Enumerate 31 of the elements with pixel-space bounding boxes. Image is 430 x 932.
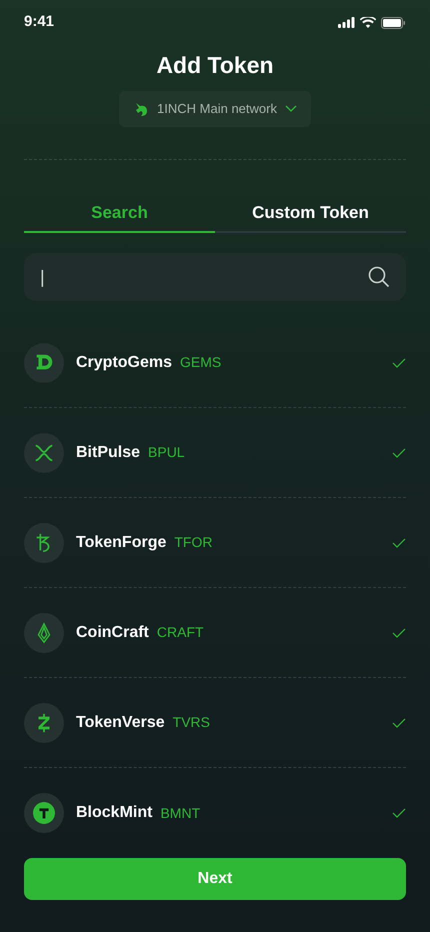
check-icon[interactable] [392, 538, 406, 548]
chevron-down-icon [284, 104, 297, 112]
check-icon[interactable] [392, 808, 406, 818]
check-icon[interactable] [392, 628, 406, 638]
token-name: TokenForge [76, 532, 166, 553]
tab[interactable]: Custom Token [215, 200, 406, 233]
check-icon[interactable] [392, 358, 406, 368]
token-symbol: GEMS [180, 353, 222, 372]
token-symbol: BMNT [160, 804, 200, 823]
unicorn-logo-icon [133, 100, 150, 116]
search-field[interactable]: | [24, 253, 406, 302]
page-title: Add Token [156, 51, 274, 80]
network-selector[interactable]: 1INCH Main network [119, 90, 311, 126]
wifi-icon [360, 16, 376, 28]
check-icon[interactable] [392, 448, 406, 458]
token-name: BitPulse [76, 442, 140, 463]
token-name: CoinCraft [76, 622, 149, 643]
token-symbol: TFOR [174, 533, 212, 552]
token-symbol: BPUL [148, 443, 185, 462]
battery-icon [381, 16, 406, 28]
token-name: CryptoGems [76, 352, 172, 373]
token-symbol: TVRS [172, 713, 210, 732]
token-name: BlockMint [76, 803, 152, 824]
search-icon [368, 266, 390, 288]
signal-icon [338, 17, 355, 28]
tab[interactable]: Search [24, 200, 215, 233]
check-icon[interactable] [392, 718, 406, 728]
coin-logo-icon [33, 802, 55, 824]
token-name: TokenVerse [76, 712, 165, 733]
token-symbol: CRAFT [156, 623, 204, 642]
status-time: 9:41 [24, 12, 54, 32]
